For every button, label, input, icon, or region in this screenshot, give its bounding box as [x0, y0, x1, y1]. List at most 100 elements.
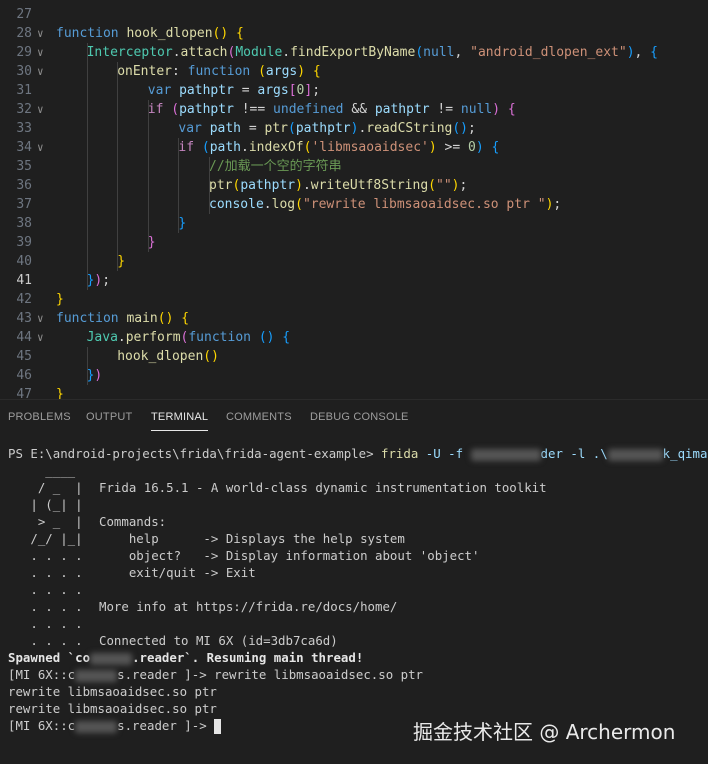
- code-line[interactable]: 37 console.log("rewrite libmsaoaidsec.so …: [0, 195, 708, 214]
- code-text: });: [87, 271, 110, 290]
- code-editor[interactable]: 27 28 ∨ function hook_dlopen() {29 ∨ Intercep…: [0, 0, 708, 399]
- line-number: 28: [16, 26, 32, 41]
- code-token: function: [187, 64, 259, 79]
- fold-chevron-icon[interactable]: ∨: [37, 62, 44, 81]
- code-text: var pathptr = args[0];: [148, 81, 320, 100]
- code-token: Java: [86, 330, 118, 345]
- code-line[interactable]: 33 var path = ptr(pathptr).readCString();: [0, 119, 708, 138]
- code-line[interactable]: 34 ∨ if (path.indexOf('libmsaoaidsec') >= …: [0, 138, 708, 157]
- tab-debug-console[interactable]: DEBUG CONSOLE: [310, 400, 409, 434]
- code-token: ;: [312, 83, 321, 98]
- indent-guide: [209, 157, 210, 214]
- code-token: writeUtf8String: [310, 178, 429, 193]
- code-line[interactable]: 28 ∨ function hook_dlopen() {: [0, 24, 708, 43]
- code-token: console: [209, 197, 264, 212]
- line-number: 38: [16, 216, 32, 231]
- commands-heading: Commands:: [99, 514, 167, 529]
- code-token: }: [178, 216, 187, 231]
- indent-guide: [86, 347, 88, 385]
- redacted-text: [90, 652, 133, 665]
- fold-chevron-icon[interactable]: ∨: [37, 328, 44, 347]
- code-line[interactable]: 36 ptr(pathptr).writeUtf8String("");: [0, 176, 708, 195]
- code-token: {: [500, 102, 516, 117]
- frida-logo-line: . . . .: [8, 599, 83, 614]
- code-token: pathptr: [179, 83, 234, 98]
- line-number: 45: [16, 349, 32, 364]
- code-token: log: [271, 197, 296, 212]
- code-text: hook_dlopen(): [117, 347, 219, 366]
- line-number: 46: [16, 368, 32, 383]
- code-token: :: [171, 64, 188, 79]
- code-line[interactable]: 38}: [0, 214, 708, 233]
- code-line[interactable]: 40}: [0, 252, 708, 271]
- panel-tab-bar: PROBLEMS OUTPUT TERMINAL COMMENTS DEBUG …: [0, 400, 708, 434]
- watermark: 掘金技术社区 @ Archermon: [413, 720, 676, 744]
- fold-chevron-icon[interactable]: ∨: [37, 309, 44, 328]
- frida-version-line: Frida 16.5.1 - A world-class dynamic ins…: [99, 480, 547, 495]
- command-object: object? -> Display information about 'ob…: [99, 548, 480, 563]
- frida-logo-line: | (_| |: [8, 497, 83, 512]
- code-token: pathptr: [240, 178, 296, 193]
- code-line[interactable]: 46}): [0, 366, 708, 385]
- code-token: (: [258, 64, 266, 79]
- code-token: ;: [553, 197, 562, 212]
- code-token: (: [287, 121, 296, 136]
- code-line[interactable]: 29 ∨ Interceptor.attach(Module.findExportB…: [0, 43, 708, 62]
- fold-chevron-icon[interactable]: ∨: [37, 138, 44, 157]
- code-token: ;: [102, 273, 111, 288]
- code-line[interactable]: 43 ∨ function main() {: [0, 309, 708, 328]
- fold-chevron-icon[interactable]: ∨: [37, 24, 44, 43]
- code-token: ): [428, 140, 437, 155]
- indent-guide: [178, 138, 180, 233]
- code-line[interactable]: 47}: [0, 385, 708, 399]
- code-text: }: [148, 233, 156, 252]
- code-token: .: [117, 330, 126, 345]
- line-number: 44: [16, 330, 32, 345]
- code-token: undefined: [273, 102, 344, 117]
- code-line[interactable]: 44 ∨ Java.perform(function () {: [0, 328, 708, 347]
- code-line[interactable]: 30 ∨ onEnter: function (args) {: [0, 62, 708, 81]
- frida-logo-line: . . . .: [8, 548, 83, 563]
- output-line-1: [MI 6X::c s.reader ]-> rewrite libmsaoaid…: [8, 666, 423, 683]
- code-token: }: [56, 387, 64, 399]
- code-token: !==: [233, 102, 274, 117]
- tab-terminal[interactable]: TERMINAL: [151, 400, 209, 434]
- fold-chevron-icon[interactable]: ∨: [37, 43, 44, 62]
- code-line[interactable]: 32 ∨ if (pathptr !== undefined && pathptr …: [0, 100, 708, 119]
- code-line[interactable]: 39}: [0, 233, 708, 252]
- code-text: }: [178, 214, 186, 233]
- tab-output[interactable]: OUTPUT: [86, 400, 132, 434]
- indent-guide: [147, 100, 149, 252]
- command-exit: exit/quit -> Exit: [99, 565, 256, 580]
- code-line[interactable]: 27: [0, 5, 708, 24]
- code-line[interactable]: 42}: [0, 290, 708, 309]
- fold-chevron-icon[interactable]: ∨: [37, 100, 44, 119]
- code-token: () {: [212, 26, 244, 41]
- terminal-args-3: k_qimao_: [662, 446, 708, 461]
- code-text: console.log("rewrite libmsaoaidsec.so pt…: [209, 195, 561, 214]
- code-token: args: [265, 64, 298, 79]
- tab-comments[interactable]: COMMENTS: [226, 400, 292, 434]
- code-line[interactable]: 41});: [0, 271, 708, 290]
- terminal-panel[interactable]: PS E:\android-projects\frida\frida-agent…: [0, 434, 708, 764]
- frida-logo-line: > _ |: [8, 514, 83, 529]
- code-token: 0: [468, 140, 476, 155]
- code-token: "rewrite libmsaoaidsec.so ptr ": [302, 197, 546, 212]
- code-token: function: [56, 26, 127, 41]
- code-line[interactable]: 35 //加载一个空的字符串: [0, 157, 708, 176]
- code-line[interactable]: 31 var pathptr = args[0];: [0, 81, 708, 100]
- code-token: ;: [459, 178, 468, 193]
- code-token: .: [282, 45, 291, 60]
- line-number: 39: [16, 235, 32, 250]
- redacted-text: [607, 448, 663, 461]
- terminal-input-line[interactable]: [MI 6X::c s.reader ]->: [8, 717, 222, 734]
- tab-problems[interactable]: PROBLEMS: [8, 400, 71, 434]
- spawned-text-end: .reader`. Resuming main thread!: [132, 650, 364, 665]
- code-token: ): [475, 140, 484, 155]
- code-line[interactable]: 45 hook_dlopen(): [0, 347, 708, 366]
- code-text: Java.perform(function () {: [87, 328, 291, 347]
- line-number: 35: [16, 159, 32, 174]
- code-token: path: [209, 140, 242, 155]
- code-token: }: [117, 254, 126, 269]
- line-number: 33: [16, 121, 32, 136]
